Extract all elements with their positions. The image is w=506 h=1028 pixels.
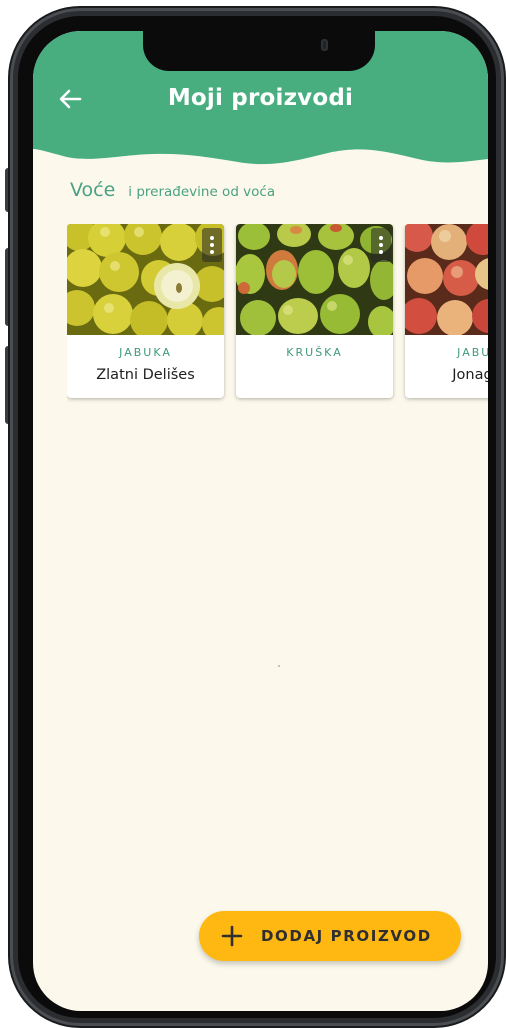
category-name: Voće bbox=[70, 179, 116, 201]
decorative-dot bbox=[278, 665, 280, 667]
product-card[interactable]: JABUKA Jonagold bbox=[405, 224, 488, 398]
product-name: Jonagold bbox=[452, 367, 488, 383]
product-image-yellow-apples bbox=[67, 224, 224, 335]
product-name: Zlatni Delišes bbox=[96, 367, 195, 383]
product-carousel[interactable]: JABUKA Zlatni Delišes KRUŠKA JABU Jona bbox=[67, 224, 488, 414]
app-screen: Moji proizvodi Voće i prerađevine od voć… bbox=[33, 31, 488, 1011]
more-vertical-icon bbox=[210, 236, 214, 254]
add-product-label: DODAJ PROIZVOD bbox=[261, 927, 432, 945]
notch bbox=[143, 31, 375, 71]
product-type: JABUKA bbox=[119, 346, 172, 359]
product-type: KRUŠKA bbox=[286, 346, 343, 359]
product-card[interactable]: KRUŠKA bbox=[236, 224, 393, 398]
category-heading: Voće i prerađevine od voća bbox=[70, 179, 275, 201]
page-title: Moji proizvodi bbox=[167, 85, 354, 111]
category-subtitle: i prerađevine od voća bbox=[128, 184, 276, 200]
more-vertical-icon bbox=[379, 236, 383, 254]
camera-icon bbox=[321, 39, 328, 51]
product-image-red-apples bbox=[405, 224, 488, 335]
add-product-button[interactable]: DODAJ PROIZVOD bbox=[199, 911, 461, 961]
plus-icon bbox=[221, 925, 243, 947]
product-card[interactable]: JABUKA Zlatni Delišes bbox=[67, 224, 224, 398]
product-menu-button[interactable] bbox=[202, 228, 222, 262]
device-mockup: Moji proizvodi Voće i prerađevine od voć… bbox=[0, 0, 506, 1028]
product-type: JABUKA bbox=[457, 346, 488, 359]
product-menu-button[interactable] bbox=[371, 228, 391, 262]
product-image-green-pears bbox=[236, 224, 393, 335]
